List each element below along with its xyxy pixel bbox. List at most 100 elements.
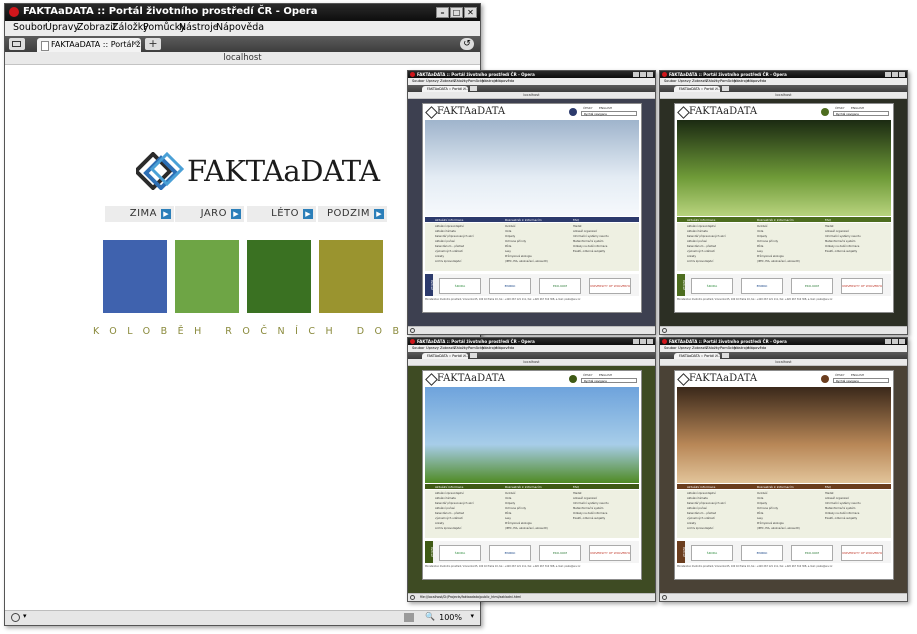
nav-link[interactable]: Exaktí, odborné subjekty [825, 250, 857, 253]
close-button[interactable]: ✕ [464, 7, 477, 18]
nav-link[interactable]: Aktuální zpravodajství [687, 492, 716, 495]
panels-toggle-button[interactable] [9, 38, 25, 50]
menu-item[interactable]: Nápověda [496, 346, 514, 350]
nav-link[interactable]: Archiv zpravodajství [687, 260, 713, 263]
menu-item[interactable]: Úpravy [426, 346, 439, 350]
nav-link[interactable]: Adresář organizací [573, 230, 597, 233]
nav-link[interactable]: Odkazy na další informace [573, 245, 607, 248]
nav-link[interactable]: Odpady [757, 235, 767, 238]
menu-item[interactable]: Zobrazit [440, 346, 455, 350]
minimize-button[interactable] [633, 72, 639, 77]
nav-link[interactable]: Kalendář připravovaných akcí [435, 235, 474, 238]
menu-item[interactable]: Nástroje [482, 79, 497, 83]
new-tab-button[interactable] [722, 86, 729, 91]
nav-link[interactable]: Odkazy na další informace [825, 245, 859, 248]
speed-dial-icon[interactable] [410, 328, 415, 333]
nav-link[interactable]: Metainformační systém [573, 507, 603, 510]
section-heading[interactable]: Rozcestník k informacím [505, 485, 542, 489]
nav-link[interactable]: Odkazy na další informace [573, 512, 607, 515]
nav-link[interactable]: Průmyslová ekologie [757, 255, 784, 258]
nav-link[interactable]: Hledat [573, 225, 582, 228]
nav-link[interactable]: Informační systémy resortu [573, 235, 609, 238]
nav-link[interactable]: Kalendárium – přehled [687, 245, 716, 248]
nav-link[interactable]: významných událostí [435, 250, 463, 253]
chevron-down-icon[interactable]: ▾ [23, 612, 27, 620]
menu-item[interactable]: Nápověda [748, 79, 766, 83]
menu-item[interactable]: Úpravy [678, 346, 691, 350]
season-tile-podzim[interactable] [319, 240, 383, 313]
menu-item[interactable]: Úpravy [426, 79, 439, 83]
nav-link[interactable]: (IPPC, EIA, ekoznačení, ekoaudit) [505, 260, 548, 263]
menu-item[interactable]: Nástroje [482, 346, 497, 350]
partner-logo[interactable]: UNIVERSITY OF WOLVERHAMPTON [589, 545, 631, 561]
nav-link[interactable]: Lesy [757, 517, 763, 520]
nav-link[interactable]: Kalendář připravovaných akcí [435, 502, 474, 505]
nav-link[interactable]: Lesy [505, 517, 511, 520]
nav-link[interactable]: Průmyslová ekologie [505, 522, 532, 525]
nav-link[interactable]: Voda [505, 230, 511, 233]
nav-link[interactable]: Průmyslová ekologie [757, 522, 784, 525]
closed-tabs-button[interactable]: ↺ [460, 38, 474, 50]
nav-link[interactable]: Metainformační systém [825, 507, 855, 510]
minimize-button[interactable]: – [436, 7, 449, 18]
section-heading[interactable]: FAQ [573, 485, 579, 489]
menu-item[interactable]: Nástroje [734, 79, 749, 83]
nav-link[interactable]: Kalendář připravovaných akcí [687, 235, 726, 238]
nav-link[interactable]: Ankety [435, 522, 444, 525]
speed-dial-icon[interactable] [662, 328, 667, 333]
section-heading[interactable]: Rozcestník k informacím [505, 218, 542, 222]
nav-link[interactable]: Lesy [757, 250, 763, 253]
close-button[interactable] [647, 72, 653, 77]
lang-english-link[interactable]: ENGLISH [599, 373, 612, 377]
menu-item-soubor[interactable]: Soubor [13, 22, 47, 33]
nav-link[interactable]: Kalendárium – přehled [435, 512, 464, 515]
menu-item-nastroje[interactable]: Nástroje [179, 22, 219, 33]
nav-link[interactable]: Odpady [757, 502, 767, 505]
menu-item[interactable]: Nástroje [734, 346, 749, 350]
nav-link[interactable]: Ovzduší [505, 492, 515, 495]
nav-link[interactable]: Ankety [687, 522, 696, 525]
menu-item[interactable]: Zobrazit [692, 79, 707, 83]
season-tile-zima[interactable] [103, 240, 167, 313]
lang-cesky-link[interactable]: ČESKY [583, 106, 593, 110]
season-tile-leto[interactable] [247, 240, 311, 313]
season-button-podzim[interactable]: PODZIM ▶ [318, 206, 387, 222]
new-tab-button[interactable] [722, 353, 729, 358]
nav-link[interactable]: Odkazy na další informace [825, 512, 859, 515]
menu-item[interactable]: Soubor [412, 346, 425, 350]
speed-dial-icon[interactable] [11, 613, 20, 622]
address-bar[interactable]: localhost [660, 359, 907, 366]
nav-link[interactable]: Půda [757, 512, 763, 515]
maximize-button[interactable] [640, 72, 646, 77]
nav-link[interactable]: Adresář organizací [825, 497, 849, 500]
nav-link[interactable]: Půda [505, 512, 511, 515]
menu-item[interactable]: Soubor [664, 346, 677, 350]
quick-nav-select[interactable]: Rychlá navigace [581, 378, 637, 383]
nav-link[interactable]: Metainformační systém [573, 240, 603, 243]
address-bar[interactable]: localhost [408, 92, 655, 99]
partner-logo[interactable]: ENIPAK [489, 545, 531, 561]
nav-link[interactable]: Archiv zpravodajství [687, 527, 713, 530]
partner-logo[interactable]: ENIPAK [741, 545, 783, 561]
lang-english-link[interactable]: ENGLISH [851, 106, 864, 110]
partner-logo[interactable]: ENIPAK [489, 278, 531, 294]
nav-link[interactable]: Aktuální témata [687, 230, 708, 233]
maximize-button[interactable] [892, 339, 898, 344]
nav-link[interactable]: (IPPC, EIA, ekoznačení, ekoaudit) [505, 527, 548, 530]
minimize-button[interactable] [885, 72, 891, 77]
maximize-button[interactable] [892, 72, 898, 77]
partner-logo[interactable]: EKO-KOM [539, 278, 581, 294]
section-heading[interactable]: FAQ [573, 218, 579, 222]
nav-link[interactable]: (IPPC, EIA, ekoznačení, ekoaudit) [757, 527, 800, 530]
partner-logo[interactable]: ŠKODA [691, 278, 733, 294]
section-heading[interactable]: FAQ [825, 218, 831, 222]
new-tab-button[interactable] [470, 86, 477, 91]
maximize-button[interactable] [640, 339, 646, 344]
nav-link[interactable]: Archiv zpravodajství [435, 260, 461, 263]
section-heading[interactable]: Aktuální informace [687, 218, 715, 222]
tab-close-icon[interactable]: ✕ [131, 39, 138, 48]
partner-logo[interactable]: EKO-KOM [791, 278, 833, 294]
menu-item[interactable]: Soubor [664, 79, 677, 83]
partner-logo[interactable]: ŠKODA [439, 545, 481, 561]
nav-link[interactable]: Hledat [573, 492, 582, 495]
